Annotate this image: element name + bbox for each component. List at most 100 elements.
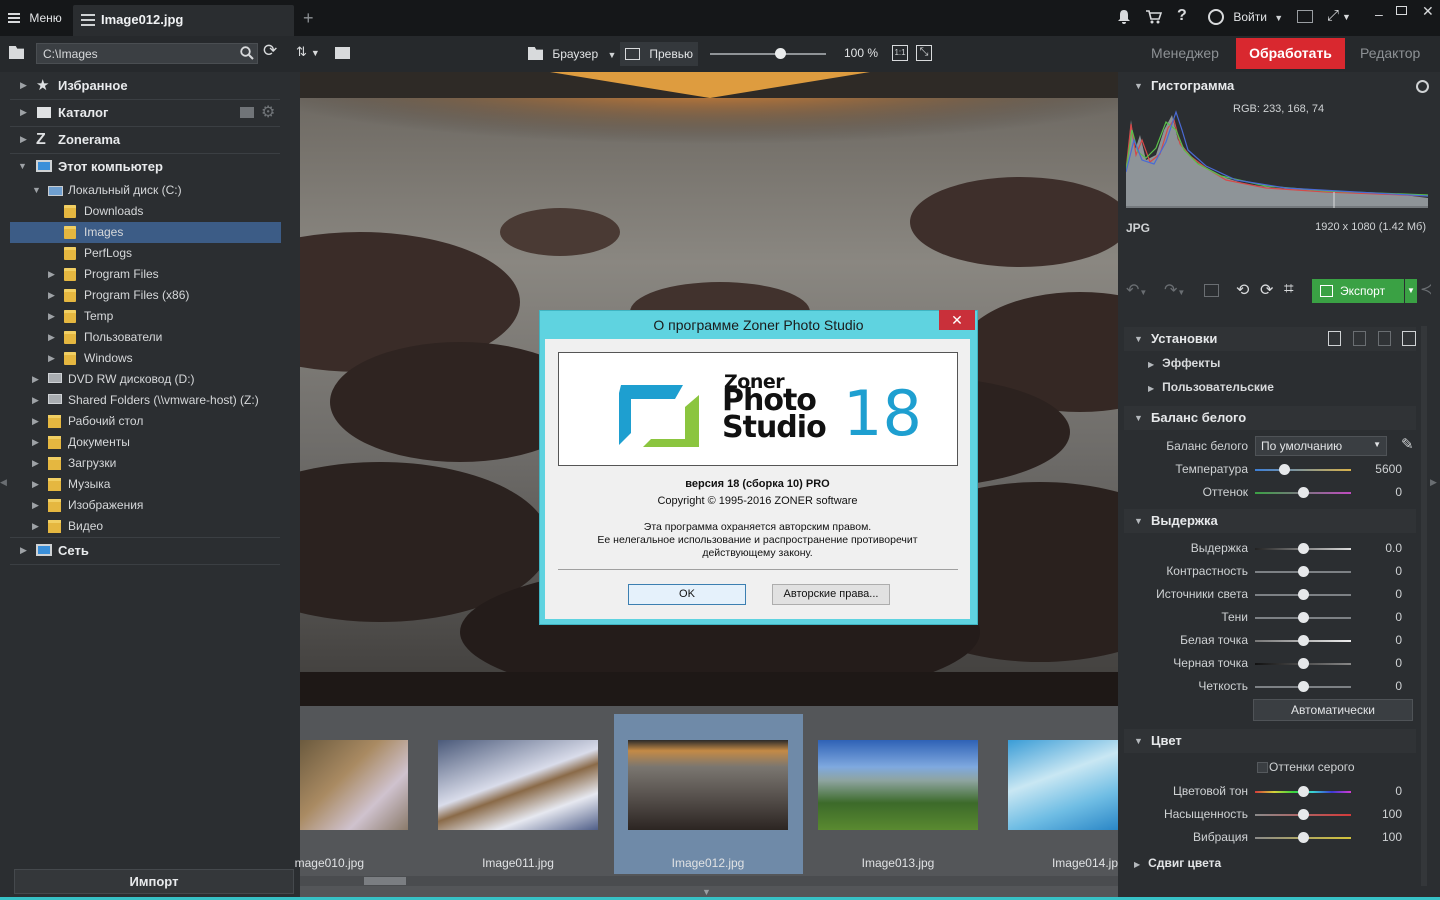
sort-icon[interactable]: ⇅ ▼ [296,44,320,60]
copy-settings-icon[interactable] [1328,331,1341,346]
scroll-thumb[interactable] [364,877,406,885]
minimize-icon[interactable]: – [1375,6,1383,22]
tab-image012[interactable]: Image012.jpg [73,5,294,36]
bell-icon[interactable] [1117,9,1131,25]
slider-knob[interactable] [1298,786,1309,797]
monitor-icon[interactable] [1297,10,1313,23]
expand-arrow-icon[interactable]: ▶ [48,327,55,348]
gear-icon[interactable]: ⚙ [261,102,275,123]
share-icon[interactable]: ≺ [1420,280,1433,298]
paste-settings-icon[interactable] [1353,331,1366,346]
cart-icon[interactable] [1145,9,1163,28]
adjust-slider[interactable] [1255,658,1351,669]
slider-knob[interactable] [1298,589,1309,600]
histogram-settings-icon[interactable] [1416,80,1429,93]
slider-knob[interactable] [1298,658,1309,669]
expand-arrow-icon[interactable]: ▶ [20,540,27,561]
rotate-right-icon[interactable]: ⟳ [1260,280,1273,300]
menu-button[interactable]: Меню [8,9,62,27]
thumbnail-image012[interactable] [628,740,788,830]
folder-picker-icon[interactable] [9,46,24,59]
adjust-slider[interactable] [1255,809,1351,820]
wb-select[interactable]: По умолчанию ▼ [1255,436,1387,456]
export-button[interactable]: Экспорт [1312,279,1404,303]
adjust-slider[interactable] [1255,566,1351,577]
crop-icon[interactable]: ⌗ [1284,279,1294,299]
grayscale-checkbox[interactable] [1257,762,1268,773]
filmstrip-scrollbar[interactable] [300,876,1118,886]
adjust-slider[interactable] [1255,832,1351,843]
adjust-slider[interactable] [1255,464,1351,475]
dialog-close-button[interactable]: ✕ [939,310,975,330]
close-window-icon[interactable]: ✕ [1422,3,1434,20]
expand-arrow-icon[interactable]: ▶ [20,102,27,123]
slider-knob[interactable] [1298,635,1309,646]
expand-arrow-icon[interactable]: ▶ [32,474,39,495]
expand-arrow-icon[interactable]: ▶ [48,264,55,285]
expand-arrow-icon[interactable]: ▶ [32,453,39,474]
slider-knob[interactable] [1298,566,1309,577]
right-collapse-arrow[interactable]: ▶ [1430,477,1437,488]
expand-arrow-icon[interactable]: ▶ [20,129,27,150]
expand-arrow-icon[interactable]: ▶ [20,75,27,96]
slider-knob[interactable] [1298,612,1309,623]
adjust-slider[interactable] [1255,487,1351,498]
tree-catalog[interactable]: ▶ Каталог ⚙ [20,102,282,123]
duplicate-settings-icon[interactable] [1378,331,1391,346]
rotate-left-icon[interactable]: ⟲ [1236,280,1249,300]
preview-mode-button[interactable]: Превью [620,42,698,66]
adjust-slider[interactable] [1255,681,1351,692]
slider-knob[interactable] [1298,832,1309,843]
export-dropdown[interactable]: ▼ [1405,279,1417,303]
effects-item[interactable]: ▶ Эффекты [1148,356,1220,370]
slider-knob[interactable] [1298,543,1309,554]
zoom-slider-knob[interactable] [774,48,786,59]
compare-icon[interactable] [1204,284,1219,297]
slider-knob[interactable] [1298,681,1309,692]
redo-icon[interactable]: ↷▼ [1164,280,1185,300]
thumbnail-image014[interactable] [1008,740,1118,830]
left-collapse-arrow[interactable]: ◀ [0,477,7,488]
auto-button[interactable]: Автоматически [1253,699,1413,721]
login-button[interactable]: Войти ▼ [1208,8,1283,26]
eyedropper-icon[interactable]: ✎ [1401,435,1414,453]
exposure-header[interactable]: ▼ Выдержка [1124,509,1416,533]
thumbnail-image011[interactable] [438,740,598,830]
settings-header[interactable]: ▼ Установки [1124,327,1416,351]
new-folder-icon[interactable] [335,47,350,59]
browser-mode-button[interactable]: Браузер ▼ [528,44,616,64]
restore-icon[interactable] [1396,6,1407,15]
custom-item[interactable]: ▶ Пользовательские [1148,380,1274,394]
collapse-arrow-icon[interactable]: ▼ [18,156,27,177]
expand-arrow-icon[interactable]: ▶ [48,306,55,327]
adjust-slider[interactable] [1255,786,1351,797]
adjust-slider[interactable] [1255,543,1351,554]
path-input[interactable]: C:\Images [36,43,258,64]
copyright-button[interactable]: Авторские права... [772,584,890,605]
slider-knob[interactable] [1278,464,1290,475]
thumbnail-image013[interactable] [818,740,978,830]
color-header[interactable]: ▼ Цвет [1124,729,1416,753]
slider-knob[interactable] [1298,809,1309,820]
expand-arrow-icon[interactable]: ▶ [32,411,39,432]
adjust-slider[interactable] [1255,635,1351,646]
add-folder-icon[interactable] [240,107,254,118]
collapse-arrow-icon[interactable]: ▼ [32,180,41,201]
fit-screen-icon[interactable]: ⤡ [916,45,932,61]
help-icon[interactable]: ? [1177,7,1187,25]
filmstrip-toggle-arrow[interactable]: ▼ [702,887,711,897]
mode-editor[interactable]: Редактор [1360,45,1420,61]
refresh-icon[interactable]: ⟳ [263,41,277,61]
color-shift-item[interactable]: ▶ Сдвиг цвета [1134,856,1221,870]
panel-scrollbar[interactable] [1421,326,1427,886]
slider-knob[interactable] [1298,487,1309,498]
mode-manager[interactable]: Менеджер [1151,45,1219,61]
ok-button[interactable]: OK [628,584,746,605]
zoom-slider[interactable] [710,48,826,59]
expand-arrow-icon[interactable]: ▶ [32,432,39,453]
white-balance-header[interactable]: ▼ Баланс белого [1124,406,1416,430]
expand-arrow-icon[interactable]: ▶ [32,495,39,516]
adjust-slider[interactable] [1255,589,1351,600]
save-settings-icon[interactable] [1402,331,1416,346]
adjust-slider[interactable] [1255,612,1351,623]
